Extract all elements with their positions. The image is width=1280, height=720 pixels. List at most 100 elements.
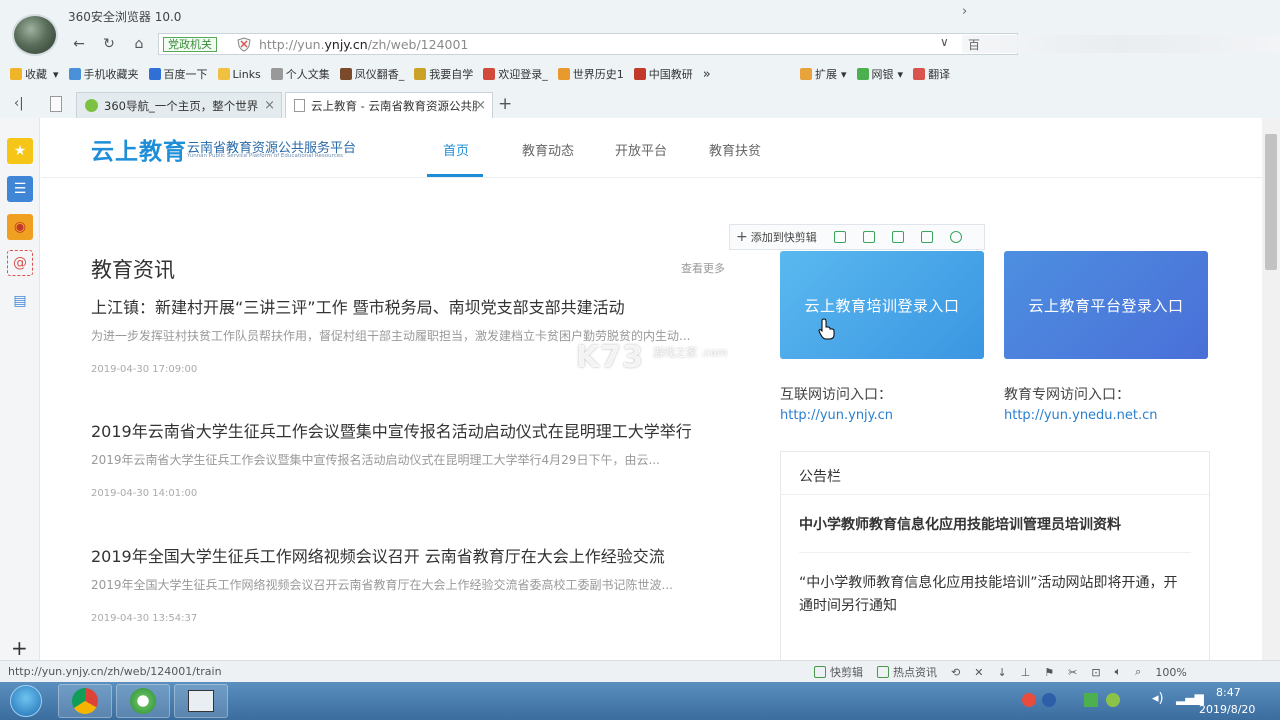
bookmark-item[interactable]: 凤仪翻香_ [339,66,404,82]
settings-icon[interactable] [949,231,962,243]
train-login-button[interactable]: 云上教育培训登录入口 [780,251,984,359]
bookmark-item[interactable]: 手机收藏夹 [68,66,139,82]
bookmark-item[interactable]: 我要自学 [414,66,473,82]
tab-yunshang[interactable]: 云上教育 - 云南省教育资源公共服务 × [285,92,493,118]
notice-item[interactable]: “中小学教师教育信息化应用技能培训”活动网站即将开通，开通时间另行通知 [799,572,1191,618]
download-icon[interactable] [833,231,846,243]
flag-icon[interactable]: ⚑ [1044,666,1054,679]
back-arrow-icon[interactable]: ← [68,33,90,55]
status-item-label: 热点资讯 [893,666,937,679]
chevron-down-icon[interactable]: ∨ [940,35,949,49]
quick-clip-button[interactable]: 快剪辑 [814,664,863,680]
tab-360-nav[interactable]: 360导航_一个主页，整个世界 × [76,92,282,118]
zoom-level[interactable]: 100% [1155,666,1186,679]
browser-sidebar: ★ ☰ ◉ @ ▤ + [0,118,40,660]
save-icon[interactable] [891,231,904,243]
address-bar[interactable]: 党政机关 http://yun.ynjy.cn/zh/web/124001 ✿ … [158,33,1018,55]
search-input[interactable] [962,35,1280,53]
site-icon [339,68,352,80]
news-more-link[interactable]: 查看更多 [681,260,725,276]
clock-time[interactable]: 8:47 [1216,686,1241,699]
netbank-button[interactable]: 网银 ▾ [856,66,904,82]
internet-access-label: 互联网访问入口： [780,387,892,403]
hot-news-button[interactable]: 热点资讯 [877,664,937,680]
status-tools: 快剪辑 热点资讯 ⟲ ✕ ↓ ⊥ ⚑ ✂ ⊡ 🔈︎ ⌕ 100% [814,664,1201,680]
caret-down-icon[interactable]: ▾ [53,68,59,81]
hand-cursor-icon [818,318,835,340]
favorites-star-icon[interactable]: ★ [7,138,33,164]
tools-icon[interactable]: ⊥ [1021,666,1031,679]
email-icon[interactable]: @ [7,250,33,276]
bookmark-item[interactable]: 欢迎登录_ [483,66,548,82]
tray-help-icon[interactable] [1042,693,1056,707]
tray-security-icon[interactable] [1084,693,1098,707]
nav-poverty-relief[interactable]: 教育扶贫 [709,140,761,159]
restore-icon[interactable]: ⟲ [951,666,960,679]
shield-warning-icon[interactable] [237,37,251,52]
nav-open-platform[interactable]: 开放平台 [615,140,667,159]
cut-icon[interactable]: ✂ [1068,666,1077,679]
volume-icon[interactable]: 🔈︎ [1115,665,1122,679]
360-logo-icon [85,99,98,112]
plus-icon[interactable]: + [736,229,748,245]
watermark-logo: K73 [576,340,644,375]
caret-down-icon[interactable]: ▾ [898,68,904,81]
news-item[interactable]: 2019年全国大学生征兵工作网络视频会议召开 云南省教育厅在大会上作经验交流 2… [91,545,711,624]
bookmarks-more-button[interactable]: » [703,67,711,82]
user-avatar[interactable] [12,14,58,56]
new-tab-button[interactable]: + [498,94,512,114]
bookmark-item[interactable]: 中国教研 [633,66,693,82]
add-to-clip-button[interactable]: 添加到快剪辑 [751,229,817,245]
news-headline[interactable]: 上江镇：新建村开展“三讲三评”工作 暨市税务局、南坝党支部支部共建活动 [91,296,711,319]
scrollbar-thumb[interactable] [1265,134,1277,270]
bookmark-item[interactable]: 收藏 ▾ [10,66,59,82]
tab-list-icon[interactable]: ‹| [14,96,24,111]
close-icon[interactable]: × [264,98,275,113]
taskbar-360-browser-app[interactable] [116,684,170,718]
news-headline[interactable]: 2019年全国大学生征兵工作网络视频会议召开 云南省教育厅在大会上作经验交流 [91,545,711,568]
news-item[interactable]: 2019年云南省大学生征兵工作会议暨集中宣传报名活动启动仪式在昆明理工大学举行 … [91,420,711,499]
document-icon[interactable]: ▤ [7,288,33,314]
taskbar-chrome-app[interactable] [58,684,112,718]
internet-access-link[interactable]: http://yun.ynjy.cn [780,408,893,423]
extensions-button[interactable]: 扩展 ▾ [800,66,847,82]
pin-icon[interactable]: ✕ [974,666,983,679]
weibo-icon[interactable]: ◉ [7,214,33,240]
chevron-right-icon[interactable]: › [962,4,967,19]
site-logo[interactable]: 云上教育 [91,132,187,166]
start-button[interactable] [10,685,42,717]
add-icon[interactable]: + [11,636,28,660]
tray-volume-icon[interactable]: ◂) [1152,691,1164,706]
tab-label: 云上教育 - 云南省教育资源公共服务 [311,98,477,113]
page-icon[interactable] [50,96,62,112]
bookmark-item[interactable]: 世界历史1 [557,66,624,82]
zoom-icon[interactable]: ⌕ [1135,665,1141,679]
nav-edu-news[interactable]: 教育动态 [522,140,574,159]
news-headline[interactable]: 2019年云南省大学生征兵工作会议暨集中宣传报名活动启动仪式在昆明理工大学举行 [91,420,711,443]
refresh-icon[interactable]: ↻ [98,33,120,55]
site-icon [483,68,496,80]
bookmark-label: Links [232,67,261,81]
caret-down-icon[interactable]: ▾ [841,68,847,81]
tray-app-icon[interactable] [1022,693,1036,707]
taskbar-screen-recorder-app[interactable] [174,684,228,718]
tray-360-icon[interactable] [1106,693,1120,707]
notice-item[interactable]: 中小学教师教育信息化应用技能培训管理员培训资料 [799,514,1191,537]
platform-login-button[interactable]: 云上教育平台登录入口 [1004,251,1208,359]
bookmark-item[interactable]: 百度一下 [148,66,208,82]
page-icon [294,99,305,112]
page-scrollbar[interactable] [1262,118,1280,660]
bookmark-item[interactable]: Links [217,67,261,81]
screenshot-icon[interactable]: ⊡ [1091,666,1100,679]
download-arrow-icon[interactable]: ↓ [997,666,1006,679]
home-icon[interactable]: ⌂ [128,33,150,55]
bookmark-item[interactable]: 个人文集 [270,66,330,82]
edu-network-access-link[interactable]: http://yun.ynedu.net.cn [1004,408,1158,423]
close-icon[interactable]: × [475,98,486,113]
list-icon[interactable]: ☰ [7,176,33,202]
nav-home[interactable]: 首页 [443,140,469,159]
expand-icon[interactable] [862,231,875,243]
clock-date[interactable]: 2019/8/20 [1199,703,1255,716]
share-icon[interactable] [920,231,933,243]
translate-button[interactable]: 翻译 [913,66,950,82]
